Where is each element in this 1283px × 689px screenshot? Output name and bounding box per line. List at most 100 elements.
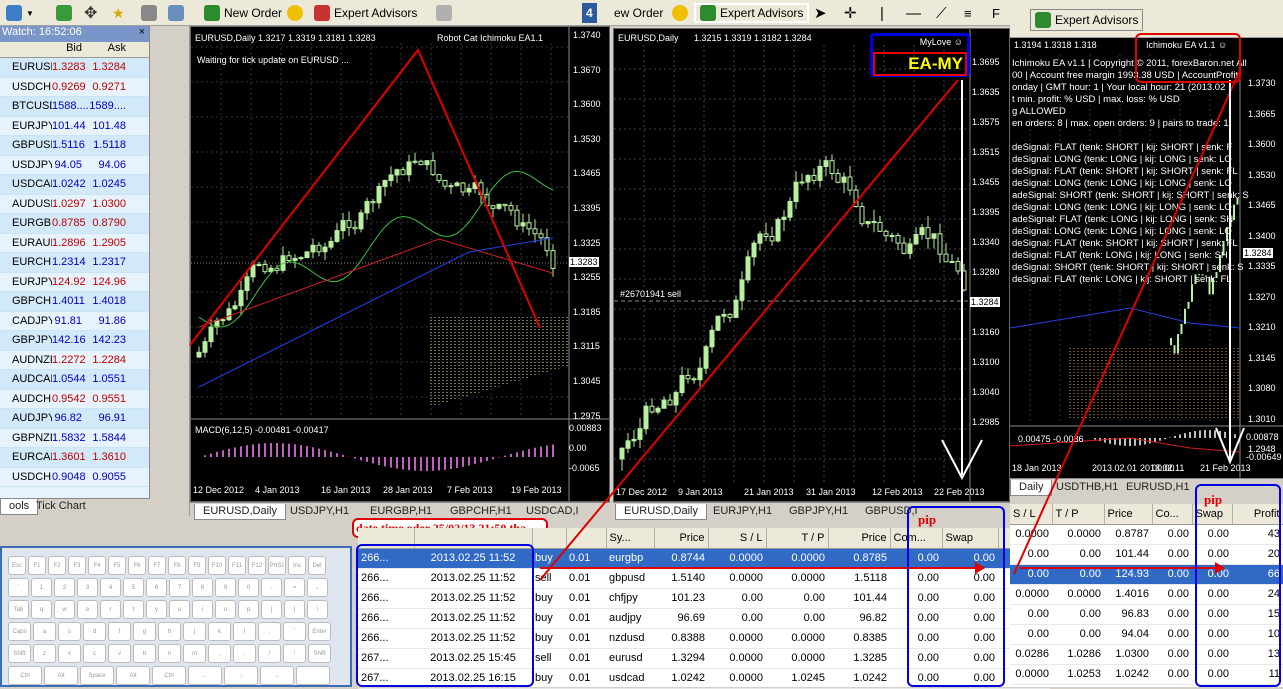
key[interactable]: Space xyxy=(80,666,114,685)
key[interactable]: 0 xyxy=(238,578,259,597)
history-icon[interactable] xyxy=(164,3,188,23)
col-size[interactable] xyxy=(566,528,607,549)
key[interactable]: ` xyxy=(8,578,29,597)
key[interactable]: Alt xyxy=(116,666,150,685)
key[interactable]: ' xyxy=(283,622,306,641)
key[interactable]: F1 xyxy=(28,556,46,575)
tab-eurusd-h1[interactable]: EURUSD,H1 xyxy=(1118,480,1198,496)
key[interactable]: y xyxy=(146,600,167,619)
new-order-button-2[interactable]: ew Order xyxy=(610,3,667,23)
fibonacci-icon[interactable]: ≡ xyxy=(960,3,976,23)
col-tp[interactable]: T / P xyxy=(766,528,829,549)
key[interactable]: F10 xyxy=(208,556,226,575)
key[interactable]: / xyxy=(258,644,281,663)
key[interactable]: 5 xyxy=(123,578,144,597)
expert-advisors-button-3[interactable]: Expert Advisors xyxy=(1030,9,1144,31)
tab-eurusd-daily[interactable]: EURUSD,Daily xyxy=(194,504,286,520)
key[interactable]: Shift xyxy=(8,644,31,663)
expert-advisors-button-2[interactable]: Expert Advisors xyxy=(694,3,810,23)
key[interactable]: ] xyxy=(284,600,305,619)
toolbar-icon-a[interactable] xyxy=(432,3,456,23)
market-watch-row[interactable]: EURCAD1.3601 1.3610 xyxy=(0,448,149,468)
key[interactable]: Esc xyxy=(8,556,26,575)
key[interactable]: w xyxy=(54,600,75,619)
key[interactable]: Ctrl xyxy=(8,666,42,685)
market-watch-row[interactable]: EURUSD1.3283 1.3284 xyxy=(0,58,149,78)
tab-eurjpy-h1[interactable]: EURJPY,H1 xyxy=(705,504,780,520)
chart-2-canvas[interactable] xyxy=(614,29,1010,502)
key[interactable] xyxy=(296,666,330,685)
market-watch-row[interactable]: AUDNZD1.2272 1.2284 xyxy=(0,350,149,370)
market-watch-row[interactable]: USDCHF0.9048 0.9055 xyxy=(0,467,149,487)
market-watch-row[interactable]: BTCUSD1588....1589.... xyxy=(0,97,149,117)
market-watch-row[interactable]: EURAUD1.2896 1.2905 xyxy=(0,233,149,253)
key[interactable]: p xyxy=(238,600,259,619)
key[interactable]: \ xyxy=(307,600,328,619)
key[interactable]: i xyxy=(192,600,213,619)
expert-advisors-button[interactable]: Expert Advisors xyxy=(310,3,421,23)
key[interactable]: z xyxy=(33,644,56,663)
key[interactable]: k xyxy=(208,622,231,641)
key[interactable]: v xyxy=(108,644,131,663)
key[interactable]: ← xyxy=(307,578,328,597)
key[interactable]: h xyxy=(158,622,181,641)
key[interactable]: d xyxy=(83,622,106,641)
key[interactable]: ↓ xyxy=(224,666,258,685)
key[interactable]: F8 xyxy=(168,556,186,575)
market-watch-row[interactable]: GBPJPY 142.16 142.23 xyxy=(0,331,149,351)
key[interactable]: ← xyxy=(188,666,222,685)
key[interactable]: F12 xyxy=(248,556,266,575)
favorites-star-icon[interactable]: ★ xyxy=(108,3,129,23)
key[interactable]: ↑ xyxy=(283,644,306,663)
tab-usdthb-h1[interactable]: USDTHB,H1 xyxy=(1048,480,1126,496)
market-watch-row[interactable]: USDCHF0.9269 0.9271 xyxy=(0,77,149,97)
key[interactable]: Caps xyxy=(8,622,31,641)
key[interactable]: . xyxy=(233,644,256,663)
key[interactable]: 7 xyxy=(169,578,190,597)
key[interactable]: g xyxy=(133,622,156,641)
close-icon[interactable]: × xyxy=(139,26,145,38)
warning-icon-2[interactable] xyxy=(668,3,692,23)
trendline-icon[interactable]: ⟋ xyxy=(932,3,951,23)
key[interactable]: m xyxy=(183,644,206,663)
horizontal-line-icon[interactable]: — xyxy=(902,3,925,23)
key[interactable]: F7 xyxy=(148,556,166,575)
key[interactable]: t xyxy=(123,600,144,619)
market-watch-row[interactable]: AUDJPY 96.82 96.91 xyxy=(0,409,149,429)
key[interactable]: x xyxy=(58,644,81,663)
key[interactable]: ; xyxy=(258,622,281,641)
key[interactable]: c xyxy=(83,644,106,663)
col-cur-price[interactable]: Price xyxy=(828,528,891,549)
col-type[interactable] xyxy=(532,528,567,549)
key[interactable]: → xyxy=(260,666,294,685)
key[interactable]: [ xyxy=(261,600,282,619)
market-watch-row[interactable]: CADJPY 91.81 91.86 xyxy=(0,311,149,331)
col-tp-right[interactable]: T / P xyxy=(1052,504,1105,525)
key[interactable]: F6 xyxy=(128,556,146,575)
key[interactable]: Ins xyxy=(288,556,306,575)
col-symbol[interactable]: Sy... xyxy=(606,528,655,549)
toolbar-menu-icon[interactable]: ▼ xyxy=(2,3,38,23)
key[interactable]: l xyxy=(233,622,256,641)
key[interactable]: n xyxy=(158,644,181,663)
key[interactable]: F11 xyxy=(228,556,246,575)
print-icon[interactable] xyxy=(137,3,161,23)
market-watch-row[interactable]: GBPCHF1.4011 1.4018 xyxy=(0,292,149,312)
bid-header[interactable]: Bid xyxy=(0,42,84,57)
key[interactable]: j xyxy=(183,622,206,641)
chart-3[interactable]: 1.3194 1.3318 1.318 Ichimoku EA v1.1 ☺ I… xyxy=(1010,38,1283,478)
col-price[interactable]: Price xyxy=(654,528,709,549)
key[interactable]: Ctrl xyxy=(152,666,186,685)
chart-2[interactable]: EURUSD,Daily 1.3215 1.3319 1.3182 1.3284… xyxy=(613,28,1010,502)
tab-usdjpy-h1[interactable]: USDJPY,H1 xyxy=(282,504,357,520)
chart-1[interactable]: EURUSD,Daily 1.3217 1.3319 1.3181 1.3283… xyxy=(190,26,610,502)
key[interactable]: , xyxy=(208,644,231,663)
key[interactable]: 4 xyxy=(100,578,121,597)
key[interactable]: o xyxy=(215,600,236,619)
market-watch-row[interactable]: GBPNZD1.5832 1.5844 xyxy=(0,428,149,448)
key[interactable]: Enter xyxy=(308,622,331,641)
warning-icon[interactable] xyxy=(283,3,307,23)
key[interactable]: Tab xyxy=(8,600,29,619)
key[interactable]: s xyxy=(58,622,81,641)
col-sl[interactable]: S / L xyxy=(708,528,767,549)
